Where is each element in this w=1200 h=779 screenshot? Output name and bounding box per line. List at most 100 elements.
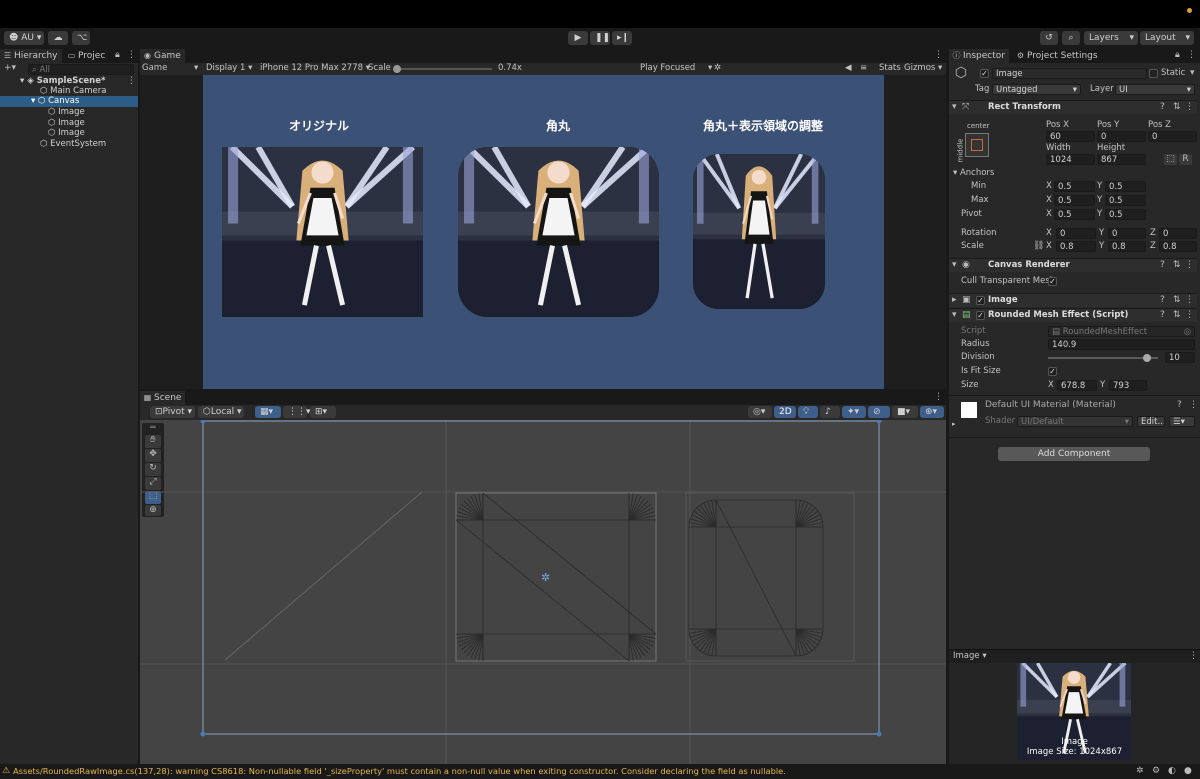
gizmos-globe-icon[interactable]: ⊕▾ <box>920 406 944 418</box>
posz-field[interactable]: 0 <box>1148 131 1197 142</box>
increment-snap-button[interactable]: ⊞▾ <box>310 406 336 418</box>
bug-icon[interactable]: ✲ <box>714 63 721 74</box>
layout-dropdown[interactable]: Layout ▾ <box>1140 31 1194 45</box>
draw-mode-button[interactable]: ◎▾ <box>748 406 772 418</box>
tag-dropdown[interactable]: Untagged ▾ <box>992 84 1081 95</box>
play-button[interactable]: ▶ <box>568 31 588 45</box>
hierarchy-item-image[interactable]: ⬡ Image <box>48 128 85 139</box>
anchor-min-x-field[interactable]: 0.5 <box>1054 181 1095 192</box>
toggle-2d-button[interactable]: 2D <box>774 406 796 418</box>
preset-icon[interactable]: ⇅ <box>1173 260 1181 271</box>
object-name-field[interactable]: Image <box>992 68 1147 79</box>
help-icon[interactable]: ? <box>1177 400 1182 411</box>
more-menu-icon[interactable]: ⋮ <box>1189 651 1198 662</box>
space-dropdown[interactable]: ⬡Local ▾ <box>198 406 244 418</box>
cull-transparent-checkbox[interactable]: ✓ <box>1048 277 1057 286</box>
scale-slider[interactable] <box>393 65 492 73</box>
more-menu-icon[interactable]: ⋮ <box>1187 50 1196 61</box>
cache-server-icon[interactable]: ⚙ <box>1152 766 1160 777</box>
more-menu-icon[interactable]: ⋮ <box>1189 400 1198 411</box>
rounded-enabled-checkbox[interactable]: ✓ <box>976 311 985 320</box>
game-mode-dropdown[interactable]: Game ▾ <box>142 63 198 74</box>
radius-field[interactable]: 140.9 <box>1048 339 1195 350</box>
width-field[interactable]: 1024 <box>1046 154 1095 165</box>
more-menu-icon[interactable]: ⋮ <box>1185 102 1194 113</box>
scale-slider-thumb[interactable] <box>393 65 401 73</box>
hierarchy-item-image[interactable]: ⬡ Image <box>48 107 85 118</box>
rect-handle[interactable] <box>876 731 882 737</box>
preset-icon[interactable]: ⇅ <box>1173 310 1181 321</box>
camera-settings-icon[interactable]: ■▾ <box>892 406 918 418</box>
division-slider-thumb[interactable] <box>1143 354 1151 362</box>
help-icon[interactable]: ? <box>1160 102 1165 113</box>
is-fit-size-checkbox[interactable]: ✓ <box>1048 367 1057 376</box>
tab-inspector[interactable]: ⓘ Inspector <box>949 49 1009 63</box>
size-x-field[interactable]: 678.8 <box>1057 380 1097 391</box>
posy-field[interactable]: 0 <box>1097 131 1146 142</box>
bug-report-icon[interactable]: ✲ <box>1136 766 1144 777</box>
grid-snap-button[interactable]: ▦▾ <box>255 406 281 418</box>
mute-audio-icon[interactable]: ◀︎ <box>845 63 852 74</box>
history-icon[interactable]: ↺ <box>1040 31 1058 45</box>
help-icon[interactable]: ? <box>1160 295 1165 306</box>
notification-icon[interactable]: ● <box>1184 766 1192 777</box>
pivot-dropdown[interactable]: ⊡Pivot ▾ <box>150 406 195 418</box>
gizmos-dropdown[interactable]: Gizmos ▾ <box>904 63 942 74</box>
anchor-max-y-field[interactable]: 0.5 <box>1105 195 1146 206</box>
scale-x-field[interactable]: 0.8 <box>1056 241 1096 252</box>
account-dropdown[interactable]: ☻ AU ▾ <box>4 31 44 45</box>
posx-field[interactable]: 60 <box>1046 131 1095 142</box>
shader-list-button[interactable]: ☰▾ <box>1169 416 1195 427</box>
blueprint-mode-icon[interactable]: ⬚ <box>1164 154 1177 165</box>
more-menu-icon[interactable]: ⋮ <box>127 50 136 61</box>
foldout-arrow-icon[interactable]: ▾ <box>952 260 957 271</box>
grid-visibility-button[interactable]: ⋮⋮▾ <box>283 406 311 418</box>
division-field[interactable]: 10 <box>1165 352 1195 363</box>
pivot-gizmo-icon[interactable]: ✲ <box>541 571 550 584</box>
add-icon[interactable]: +▾ <box>3 63 17 74</box>
more-menu-icon[interactable]: ⋮ <box>1185 310 1194 321</box>
anchor-max-x-field[interactable]: 0.5 <box>1054 195 1095 206</box>
anchor-min-y-field[interactable]: 0.5 <box>1105 181 1146 192</box>
height-field[interactable]: 867 <box>1097 154 1146 165</box>
preset-icon[interactable]: ⇅ <box>1173 295 1181 306</box>
hidden-objects-icon[interactable]: ⊘ <box>868 406 890 418</box>
chevron-down-icon[interactable]: ▾ <box>1190 68 1195 79</box>
hierarchy-item-canvas[interactable]: ▾ ⬡ Canvas <box>31 96 79 107</box>
add-component-button[interactable]: Add Component <box>998 447 1150 461</box>
rounded-mesh-header[interactable]: ▾ ▤ ✓ Rounded Mesh Effect (Script) ? ⇅ ⋮ <box>949 308 1197 322</box>
link-icon[interactable]: ⛓︎ <box>1033 241 1044 252</box>
more-menu-icon[interactable]: ⋮ <box>934 50 943 61</box>
rotation-x-field[interactable]: 0 <box>1056 228 1096 239</box>
stats-button[interactable]: Stats <box>879 63 901 74</box>
effects-icon[interactable]: ✦▾ <box>842 406 866 418</box>
hierarchy-item-eventsystem[interactable]: ⬡ EventSystem <box>40 139 106 150</box>
collab-icon[interactable]: ⌥ <box>72 31 90 45</box>
rect-transform-header[interactable]: ▾ ⤧ Rect Transform ? ⇅ ⋮ <box>949 100 1197 114</box>
tab-game[interactable]: ◉ Game <box>140 49 185 63</box>
rect-handle[interactable] <box>876 420 882 424</box>
foldout-arrow-icon[interactable]: ▾ <box>952 102 957 113</box>
more-menu-icon[interactable]: ⋮ <box>1185 260 1194 271</box>
layer-dropdown[interactable]: UI ▾ <box>1115 84 1195 95</box>
step-button[interactable]: ▸❙ <box>612 31 632 45</box>
edit-shader-button[interactable]: Edit... <box>1137 416 1165 427</box>
pivot-x-field[interactable]: 0.5 <box>1054 209 1095 220</box>
scale-y-field[interactable]: 0.8 <box>1108 241 1146 252</box>
preview-dropdown[interactable]: Image ▾ <box>953 651 987 662</box>
anchor-presets-button[interactable] <box>965 133 989 157</box>
search-icon[interactable]: ⌕ <box>1062 31 1080 45</box>
static-checkbox[interactable] <box>1149 69 1158 78</box>
layers-dropdown[interactable]: Layers ▾ <box>1084 31 1138 45</box>
more-menu-icon[interactable]: ⋮ <box>934 392 943 403</box>
status-message[interactable]: Assets/RoundedRawImage.cs(137,28): warni… <box>13 766 786 777</box>
audio-icon[interactable]: ♪ <box>820 406 840 418</box>
rect-handle[interactable] <box>200 731 206 737</box>
foldout-arrow-icon[interactable]: ▾ <box>952 310 957 321</box>
help-icon[interactable]: ? <box>1160 260 1165 271</box>
anchors-foldout[interactable]: ▾ Anchors <box>953 168 994 179</box>
canvas-renderer-header[interactable]: ▾ ◉ Canvas Renderer ? ⇅ ⋮ <box>949 258 1197 272</box>
rotation-y-field[interactable]: 0 <box>1108 228 1146 239</box>
tab-project[interactable]: ▭ Projec <box>64 49 109 63</box>
stats-icon[interactable]: ≡ <box>860 63 867 74</box>
